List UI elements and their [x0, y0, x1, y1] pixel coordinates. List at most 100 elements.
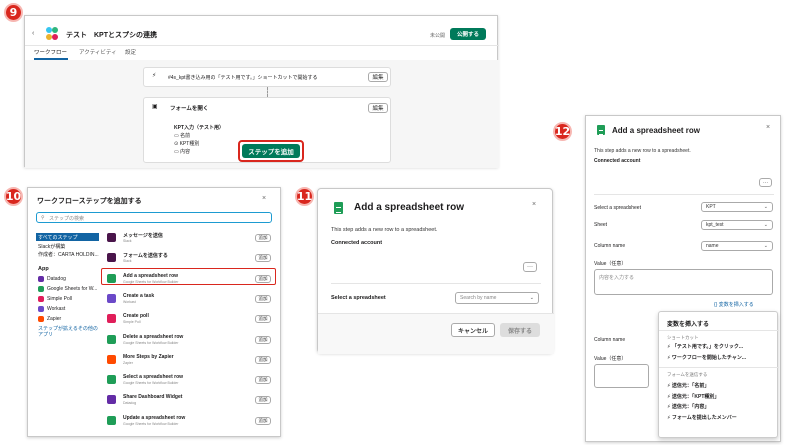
sheet-select[interactable]: kpt_test ⌄ [701, 220, 773, 230]
close-icon[interactable]: × [532, 201, 536, 208]
add-step-row-button[interactable]: 追加 [255, 234, 271, 242]
add-step-row-button[interactable]: 追加 [255, 254, 271, 263]
value-label: Value（任意） [594, 261, 627, 267]
tab-settings[interactable]: 設定 [125, 48, 136, 56]
shortcut-step-text: #4s_kpt書き込み用の「テスト用です。」ショートカットで開始する [168, 75, 318, 81]
shortcut-trigger-step[interactable]: ⚡ #4s_kpt書き込み用の「テスト用です。」ショートカットで開始する 編集 [143, 67, 391, 87]
chevron-down-icon: ⌄ [763, 222, 768, 228]
step-badge-12: 12 [553, 122, 572, 141]
step-row[interactable]: メッセージを送信 Slack 追加 [105, 230, 275, 248]
add-step-row-button[interactable]: 追加 [255, 396, 271, 405]
chevron-down-icon: ⌄ [529, 295, 534, 301]
step-row[interactable]: Create poll Simple Poll 追加 [105, 311, 275, 329]
variable-option[interactable]: ⚡ 送信元：「名前」 [667, 382, 777, 391]
google-sheets-icon [334, 202, 343, 214]
account-more-button[interactable]: ··· [523, 262, 537, 272]
step-name: メッセージを送信 [123, 233, 163, 239]
sheet-label: Sheet [594, 222, 608, 228]
column-name-select[interactable]: name ⌄ [701, 241, 773, 251]
tab-activity[interactable]: アクティビティ [79, 48, 117, 56]
category-carta[interactable]: 作成者：CARTA HOLDIN... [38, 251, 99, 258]
more-apps-link[interactable]: ステップが拡えるその他のアプリ [38, 326, 102, 338]
step-row[interactable]: Create a task Workast 追加 [105, 291, 275, 309]
step-name: Create a task [123, 292, 155, 299]
add-spreadsheet-row-highlight [101, 268, 276, 285]
add-step-row-button[interactable]: 追加 [255, 376, 271, 385]
app-section-label: App [38, 266, 49, 272]
account-more-button[interactable]: ··· [759, 178, 772, 187]
datadog-icon [38, 276, 44, 282]
value-label-2: Value（任意） [594, 356, 627, 362]
step-source: Simple Poll [123, 320, 141, 325]
sheets-icon [38, 286, 44, 292]
step-app-icon [107, 293, 116, 303]
add-step-button[interactable]: ステップを追加 [242, 144, 300, 158]
variable-option[interactable]: ⚡ ワークフローを開始したチャン... [667, 354, 777, 363]
add-spreadsheet-row-filled-dialog: Add a spreadsheet row × This step adds a… [585, 115, 781, 442]
workast-icon [38, 306, 44, 312]
form-field-name: ▭ 名前 [174, 133, 191, 139]
column-name-label-2: Column name [594, 337, 626, 343]
dialog-description: This step adds a new row to a spreadshee… [331, 227, 438, 233]
category-all-steps[interactable]: すべてのステップ [38, 234, 77, 241]
spreadsheet-select[interactable]: KPT ⌄ [701, 202, 773, 212]
step-app-icon [107, 375, 116, 385]
close-icon[interactable]: × [262, 195, 266, 202]
app-workast[interactable]: Workast [38, 306, 108, 314]
step-row[interactable]: More Steps by Zapier Zapier 追加 [105, 352, 275, 370]
value-input-2[interactable] [594, 364, 649, 388]
search-icon: ⚲ [41, 215, 45, 221]
spreadsheet-search-select[interactable]: Search by name ⌄ [455, 292, 539, 304]
variable-icon: {} [714, 302, 718, 308]
chevron-down-icon: ⌄ [763, 243, 768, 249]
add-step-row-button[interactable]: 追加 [255, 315, 271, 324]
cancel-button[interactable]: キャンセル [451, 323, 495, 337]
google-sheets-icon [597, 125, 605, 135]
open-form-title: フォームを開く [170, 106, 209, 112]
app-google-sheets[interactable]: Google Sheets for W... [38, 286, 108, 294]
close-icon[interactable]: × [766, 124, 770, 131]
back-icon[interactable]: ‹ [32, 30, 34, 37]
add-step-row-button[interactable]: 追加 [255, 294, 271, 303]
step-row[interactable]: フォームを送信する Slack 追加 [105, 250, 275, 268]
category-slack[interactable]: Slackが構築 [38, 243, 65, 250]
step-row[interactable]: Select a spreadsheet row Google Sheets fo… [105, 372, 275, 390]
value-input[interactable]: 内容を入力する [594, 269, 773, 295]
step-row[interactable]: Delete a spreadsheet row Google Sheets fo… [105, 332, 275, 350]
step-row[interactable]: Update a spreadsheet row Google Sheets fo… [105, 413, 275, 431]
edit-form-button[interactable]: 編集 [368, 103, 388, 113]
variable-option[interactable]: ⚡ 送信元：「KPT種別」 [667, 393, 777, 402]
step-row[interactable]: Share Dashboard Widget Datadog 追加 [105, 392, 275, 410]
add-workflow-step-dialog: ワークフローステップを追加する × ⚲ ステップの検索 すべてのステップ Sla… [27, 187, 281, 437]
app-simple-poll[interactable]: Simple Poll [38, 296, 108, 304]
add-step-row-button[interactable]: 追加 [255, 355, 271, 364]
workflow-logo-icon [44, 26, 60, 42]
form-icon: ▣ [152, 104, 158, 110]
edit-shortcut-button[interactable]: 編集 [368, 72, 388, 82]
select-spreadsheet-label: Select a spreadsheet [331, 295, 386, 301]
insert-variable-link[interactable]: {} 変数を挿入する [714, 301, 754, 308]
step-app-icon [107, 314, 116, 324]
add-step-row-button[interactable]: 追加 [255, 335, 271, 344]
save-button[interactable]: 保存する [500, 323, 540, 337]
dialog-title: ワークフローステップを追加する [37, 198, 142, 205]
variable-option[interactable]: ⚡ フォームを提出したメンバー [667, 414, 777, 423]
step-source: Google Sheets for Workflow Builder [123, 421, 179, 426]
app-datadog[interactable]: Datadog [38, 276, 108, 284]
dialog-title: Add a spreadsheet row [354, 202, 465, 213]
step-list: メッセージを送信 Slack 追加 フォームを送信する Slack 追加 Add a spr… [105, 230, 275, 435]
step-name: Share Dashboard Widget [123, 394, 183, 401]
variable-option[interactable]: ⚡ 「テスト用です。」をクリック... [667, 343, 777, 352]
variable-option[interactable]: ⚡ 送信元：「内容」 [667, 403, 777, 412]
step-source: Workast [123, 299, 136, 304]
step-source: Datadog [123, 401, 137, 406]
step-name: Update a spreadsheet row [123, 414, 186, 421]
connected-account-label: Connected account [594, 158, 641, 164]
add-step-row-button[interactable]: 追加 [255, 416, 271, 425]
step-search-input[interactable]: ⚲ ステップの検索 [36, 212, 272, 223]
tab-workflow[interactable]: ワークフロー [34, 48, 67, 56]
publish-button[interactable]: 公開する [450, 28, 486, 40]
step-name: Delete a spreadsheet row [123, 333, 184, 340]
app-zapier[interactable]: Zapier [38, 316, 108, 324]
insert-variable-menu: 変数を挿入する ショートカット ⚡ 「テスト用です。」をクリック... ⚡ ワーク… [658, 311, 779, 438]
